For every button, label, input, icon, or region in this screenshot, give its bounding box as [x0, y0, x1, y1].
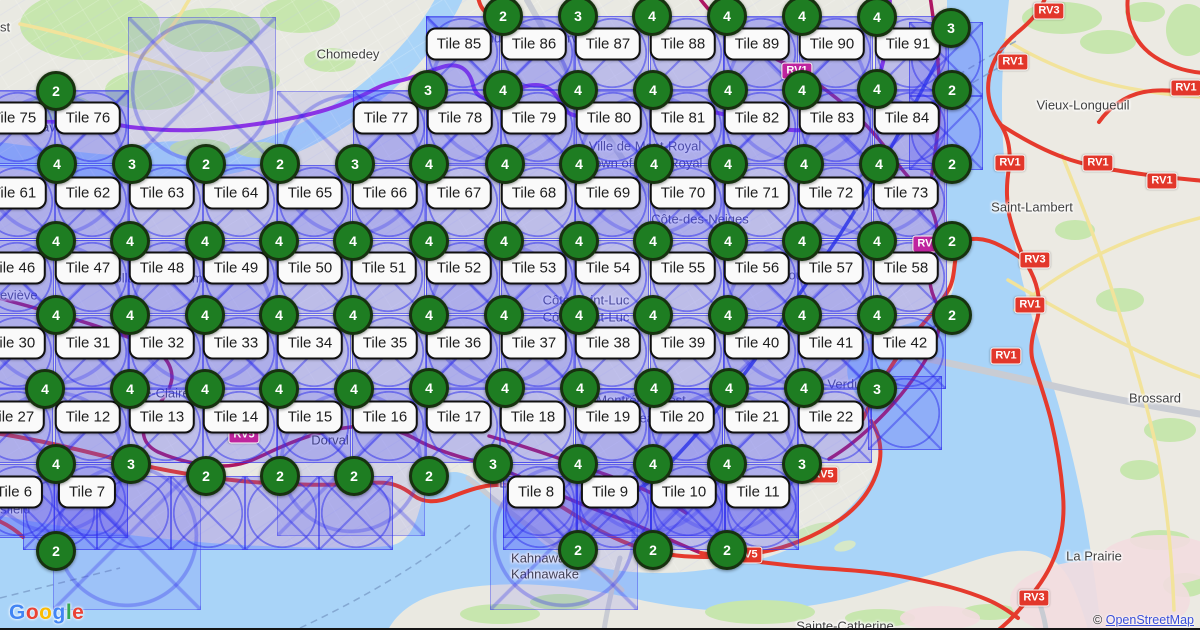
count-marker[interactable]: 4 — [485, 368, 525, 408]
count-marker[interactable]: 4 — [185, 221, 225, 261]
count-marker[interactable]: 4 — [633, 70, 673, 110]
count-marker[interactable]: 4 — [708, 295, 748, 335]
google-logo[interactable]: Google — [9, 601, 84, 625]
count-marker[interactable]: 4 — [782, 0, 822, 36]
count-marker[interactable]: 4 — [37, 144, 77, 184]
count-marker[interactable]: 2 — [633, 530, 673, 570]
count-marker[interactable]: 4 — [259, 369, 299, 409]
count-marker[interactable]: 4 — [483, 70, 523, 110]
count-marker[interactable]: 2 — [36, 71, 76, 111]
count-marker[interactable]: 2 — [260, 144, 300, 184]
count-marker[interactable]: 4 — [110, 295, 150, 335]
count-marker[interactable]: 4 — [708, 70, 748, 110]
count-marker[interactable]: 2 — [932, 295, 972, 335]
count-marker[interactable]: 4 — [709, 368, 749, 408]
count-marker[interactable]: 4 — [857, 221, 897, 261]
count-marker[interactable]: 4 — [484, 295, 524, 335]
count-marker[interactable]: 4 — [185, 295, 225, 335]
count-marker[interactable]: 4 — [784, 368, 824, 408]
count-marker[interactable]: 2 — [558, 530, 598, 570]
count-marker[interactable]: 4 — [782, 295, 822, 335]
count-marker[interactable]: 4 — [409, 144, 449, 184]
count-marker[interactable]: 3 — [558, 0, 598, 36]
count-marker[interactable]: 2 — [186, 456, 226, 496]
count-marker[interactable]: 3 — [857, 369, 897, 409]
count-marker[interactable]: 4 — [634, 144, 674, 184]
count-marker[interactable]: 3 — [111, 444, 151, 484]
count-marker[interactable]: 3 — [473, 444, 513, 484]
count-marker[interactable]: 3 — [931, 8, 971, 48]
count-marker[interactable]: 4 — [707, 444, 747, 484]
google-logo-letter: e — [72, 601, 84, 624]
count-marker[interactable]: 4 — [707, 0, 747, 36]
count-marker[interactable]: 3 — [112, 144, 152, 184]
count-marker[interactable]: 4 — [558, 444, 598, 484]
count-marker[interactable]: 2 — [932, 144, 972, 184]
count-marker[interactable]: 4 — [559, 221, 599, 261]
count-marker[interactable]: 4 — [708, 144, 748, 184]
count-marker[interactable]: 4 — [633, 295, 673, 335]
count-marker[interactable]: 3 — [408, 70, 448, 110]
google-logo-letter: g — [53, 601, 66, 624]
count-marker[interactable]: 4 — [409, 368, 449, 408]
count-marker[interactable]: 4 — [708, 221, 748, 261]
count-marker[interactable]: 4 — [25, 369, 65, 409]
count-marker[interactable]: 4 — [484, 221, 524, 261]
count-marker[interactable]: 4 — [333, 295, 373, 335]
count-marker[interactable]: 4 — [632, 0, 672, 36]
count-marker[interactable]: 4 — [333, 221, 373, 261]
google-logo-letter: o — [26, 601, 39, 624]
count-marker[interactable]: 2 — [260, 456, 300, 496]
count-marker[interactable]: 4 — [857, 0, 897, 37]
google-logo-letter: G — [9, 601, 26, 624]
count-marker[interactable]: 4 — [409, 295, 449, 335]
count-marker[interactable]: 4 — [633, 221, 673, 261]
count-marker[interactable]: 2 — [707, 530, 747, 570]
count-marker[interactable]: 4 — [36, 444, 76, 484]
count-marker[interactable]: 2 — [334, 456, 374, 496]
count-marker[interactable]: 4 — [558, 70, 598, 110]
count-marker[interactable]: 4 — [110, 369, 150, 409]
count-marker[interactable]: 4 — [334, 369, 374, 409]
count-marker[interactable]: 2 — [409, 456, 449, 496]
count-marker[interactable]: 4 — [634, 368, 674, 408]
openstreetmap-link[interactable]: OpenStreetMap — [1106, 613, 1194, 627]
count-marker[interactable]: 4 — [259, 221, 299, 261]
count-marker[interactable]: 2 — [483, 0, 523, 36]
count-marker[interactable]: 3 — [782, 444, 822, 484]
count-marker[interactable]: 4 — [560, 368, 600, 408]
count-marker[interactable]: 4 — [409, 221, 449, 261]
count-marker[interactable]: 4 — [782, 221, 822, 261]
count-marker[interactable]: 2 — [932, 221, 972, 261]
count-marker[interactable]: 2 — [36, 531, 76, 571]
markers-layer: 2344443234444442432234444444244444444444… — [0, 0, 1200, 630]
count-marker[interactable]: 4 — [36, 221, 76, 261]
google-logo-letter: o — [39, 601, 52, 624]
map-canvas[interactable]: stChomedeyAhuntsic-CartiervilleHochelaga… — [0, 0, 1200, 630]
count-marker[interactable]: 4 — [485, 144, 525, 184]
count-marker[interactable]: 4 — [857, 69, 897, 109]
count-marker[interactable]: 4 — [859, 144, 899, 184]
count-marker[interactable]: 3 — [335, 144, 375, 184]
count-marker[interactable]: 4 — [36, 295, 76, 335]
count-marker[interactable]: 4 — [110, 221, 150, 261]
copyright-symbol: © — [1093, 613, 1102, 627]
count-marker[interactable]: 4 — [784, 144, 824, 184]
count-marker[interactable]: 4 — [259, 295, 299, 335]
count-marker[interactable]: 2 — [932, 70, 972, 110]
count-marker[interactable]: 4 — [559, 295, 599, 335]
count-marker[interactable]: 4 — [782, 70, 822, 110]
count-marker[interactable]: 2 — [186, 144, 226, 184]
count-marker[interactable]: 4 — [559, 144, 599, 184]
count-marker[interactable]: 4 — [185, 369, 225, 409]
count-marker[interactable]: 4 — [857, 295, 897, 335]
count-marker[interactable]: 4 — [633, 444, 673, 484]
map-attribution: © OpenStreetMap — [1093, 613, 1194, 627]
